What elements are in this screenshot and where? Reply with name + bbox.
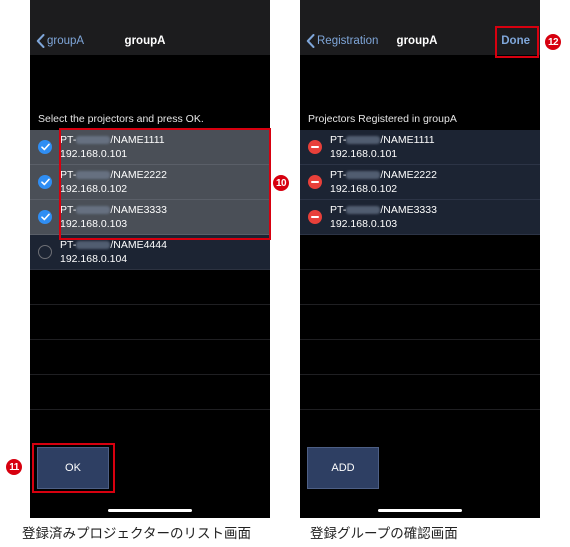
annotation-badge-12: 12 (545, 34, 561, 50)
annotation-badge-10: 10 (273, 175, 289, 191)
projector-name: /NAME1111 (380, 134, 435, 146)
projector-name: /NAME2222 (110, 169, 167, 181)
model-prefix: PT- (330, 204, 347, 216)
empty-list-area (30, 270, 270, 410)
empty-row (30, 340, 270, 375)
section-header: Projectors Registered in groupA (308, 113, 457, 125)
group-confirmation-screen: Registration groupA Done Projectors Regi… (300, 0, 540, 518)
navigation-bar: groupA groupA (30, 0, 270, 55)
annotation-badge-11: 11 (6, 459, 22, 475)
model-redacted (76, 136, 111, 145)
checkmark-icon[interactable] (38, 140, 52, 154)
projector-ip: 192.168.0.102 (60, 183, 128, 195)
delete-icon[interactable] (308, 210, 322, 224)
projector-name: /NAME2222 (380, 169, 437, 181)
checkmark-icon[interactable] (38, 175, 52, 189)
delete-icon[interactable] (308, 175, 322, 189)
projector-ip: 192.168.0.103 (330, 218, 398, 230)
registered-projector-row: PT- /NAME1111 192.168.0.101 (300, 130, 540, 165)
empty-row (300, 305, 540, 340)
model-redacted (76, 241, 111, 250)
projector-ip: 192.168.0.102 (330, 183, 398, 195)
add-button[interactable]: ADD (307, 447, 379, 489)
empty-row (300, 270, 540, 305)
model-prefix: PT- (60, 169, 77, 181)
home-indicator (378, 509, 462, 512)
projector-row[interactable]: PT- /NAME3333 192.168.0.103 (30, 200, 270, 235)
registered-projector-list: PT- /NAME1111 192.168.0.101 PT- /NAME2222 … (300, 130, 540, 235)
ok-button[interactable]: OK (37, 447, 109, 489)
empty-row (300, 235, 540, 270)
projector-name: /NAME1111 (110, 134, 165, 146)
empty-row (30, 305, 270, 340)
registered-projector-row: PT- /NAME3333 192.168.0.103 (300, 200, 540, 235)
model-prefix: PT- (330, 169, 347, 181)
model-redacted (346, 206, 381, 215)
projector-name: /NAME4444 (110, 239, 167, 251)
empty-row (300, 375, 540, 410)
projector-ip: 192.168.0.101 (330, 148, 398, 160)
done-button[interactable]: Done (501, 35, 530, 47)
page-title: groupA (124, 35, 166, 47)
model-redacted (346, 171, 381, 180)
model-redacted (76, 206, 111, 215)
model-prefix: PT- (60, 134, 77, 146)
caption-right: 登録グループの確認画面 (310, 526, 458, 542)
projector-list: PT- /NAME1111 192.168.0.101 PT- /NAME2222 … (30, 130, 270, 270)
projector-row[interactable]: PT- /NAME2222 192.168.0.102 (30, 165, 270, 200)
empty-row (30, 270, 270, 305)
projector-list-screen: groupA groupA Select the projectors and … (30, 0, 270, 518)
checkmark-icon[interactable] (38, 210, 52, 224)
empty-list-area (300, 235, 540, 410)
model-redacted (346, 136, 381, 145)
projector-name: /NAME3333 (380, 204, 437, 216)
projector-name: /NAME3333 (110, 204, 167, 216)
projector-row[interactable]: PT- /NAME4444 192.168.0.104 (30, 235, 270, 270)
empty-row (300, 340, 540, 375)
model-prefix: PT- (60, 239, 77, 251)
home-indicator (108, 509, 192, 512)
model-prefix: PT- (60, 204, 77, 216)
model-redacted (76, 171, 111, 180)
section-header: Select the projectors and press OK. (38, 113, 204, 125)
caption-left: 登録済みプロジェクターのリスト画面 (22, 526, 251, 542)
delete-icon[interactable] (308, 140, 322, 154)
unchecked-circle-icon[interactable] (38, 245, 52, 259)
empty-row (30, 375, 270, 410)
registered-projector-row: PT- /NAME2222 192.168.0.102 (300, 165, 540, 200)
projector-ip: 192.168.0.101 (60, 148, 128, 160)
model-prefix: PT- (330, 134, 347, 146)
projector-row[interactable]: PT- /NAME1111 192.168.0.101 (30, 130, 270, 165)
navigation-bar: Registration groupA Done (300, 0, 540, 55)
projector-ip: 192.168.0.103 (60, 218, 128, 230)
projector-ip: 192.168.0.104 (60, 253, 128, 265)
